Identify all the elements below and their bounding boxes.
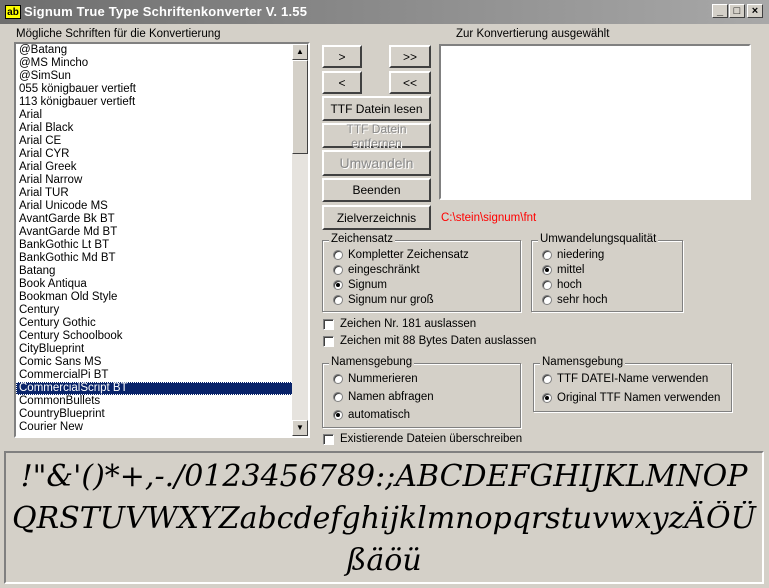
close-button[interactable]: × (747, 4, 763, 18)
font-list-item[interactable]: 113 königbauer vertieft (16, 96, 294, 109)
add-one-button[interactable]: > (322, 45, 362, 68)
naming-option-automatic[interactable]: automatisch (333, 409, 410, 421)
radio-icon (333, 250, 343, 260)
font-list-item[interactable]: Arial (16, 109, 294, 122)
read-ttf-button[interactable]: TTF Datein lesen (322, 96, 431, 121)
font-list-item[interactable]: Arial CE (16, 135, 294, 148)
font-list-item[interactable]: @SimSun (16, 70, 294, 83)
checkbox-icon (323, 318, 334, 330)
radio-icon (542, 295, 552, 305)
radio-selected-icon (333, 410, 343, 420)
add-all-button[interactable]: >> (389, 45, 431, 68)
selected-fonts-list[interactable] (439, 44, 751, 200)
font-list-item[interactable]: CountryBlueprint (16, 408, 294, 421)
scroll-down-icon[interactable]: ▼ (292, 420, 308, 436)
font-list-item[interactable]: Comic Sans MS (16, 356, 294, 369)
font-list-item[interactable]: Bookman Old Style (16, 291, 294, 304)
remove-all-button[interactable]: << (389, 71, 431, 94)
font-list-item[interactable]: Arial TUR (16, 187, 294, 200)
charset-option-signum[interactable]: Signum (333, 279, 387, 291)
font-list-item[interactable]: AvantGarde Md BT (16, 226, 294, 239)
remove-ttf-button[interactable]: TTF Datein entfernen (322, 122, 431, 150)
font-preview: !"&'()*+,-./0123456789:;ABCDEFGHIJKLMNOP… (4, 451, 764, 584)
font-list-item[interactable]: CommercialPi BT (16, 369, 294, 382)
available-fonts-label: Mögliche Schriften für die Konvertierung (16, 28, 221, 40)
font-list-item[interactable]: Century Gothic (16, 317, 294, 330)
preview-line-1: !"&'()*+,-./0123456789:;ABCDEFGHIJKLMNOP (20, 459, 748, 494)
window-title: Signum True Type Schriftenkonverter V. 1… (24, 4, 308, 19)
font-list-item[interactable]: CommercialScript BT (16, 382, 294, 395)
minimize-button[interactable]: _ (712, 4, 728, 18)
radio-icon (542, 280, 552, 290)
overwrite-files-checkbox[interactable]: Existierende Dateien überschreiben (323, 433, 522, 445)
font-list-item[interactable]: Century (16, 304, 294, 317)
selected-fonts-label: Zur Konvertierung ausgewählt (456, 28, 610, 40)
app-icon: ab (5, 5, 21, 19)
quality-option-high[interactable]: hoch (542, 279, 582, 291)
charset-legend: Zeichensatz (329, 233, 396, 245)
naming-option-original-ttf[interactable]: Original TTF Namen verwenden (542, 392, 720, 404)
radio-icon (333, 392, 343, 402)
font-list[interactable]: @Batang @MS Mincho @SimSun 055 königbauer v… (14, 42, 310, 438)
radio-selected-icon (542, 265, 552, 275)
font-list-item[interactable]: Arial CYR (16, 148, 294, 161)
naming-left-legend: Namensgebung (329, 356, 415, 368)
font-list-item[interactable]: Century Schoolbook (16, 330, 294, 343)
font-list-item[interactable]: Arial Unicode MS (16, 200, 294, 213)
naming-right-legend: Namensgebung (540, 356, 626, 368)
font-list-item[interactable]: Courier New (16, 421, 294, 434)
naming-option-ttf-filename[interactable]: TTF DATEI-Name verwenden (542, 373, 708, 385)
font-list-item[interactable]: @Batang (16, 44, 294, 57)
convert-button[interactable]: Umwandeln (322, 150, 431, 176)
target-directory-button[interactable]: Zielverzeichnis (322, 205, 431, 230)
charset-option-signum-upper[interactable]: Signum nur groß (333, 294, 434, 306)
preview-line-3: ßäöü (346, 543, 422, 578)
font-list-item[interactable]: CityBlueprint (16, 343, 294, 356)
radio-icon (333, 374, 343, 384)
font-list-item[interactable]: Book Antiqua (16, 278, 294, 291)
charset-option-complete[interactable]: Kompletter Zeichensatz (333, 249, 469, 261)
quality-option-very-high[interactable]: sehr hoch (542, 294, 608, 306)
font-list-item[interactable]: BankGothic Lt BT (16, 239, 294, 252)
preview-line-2: QRSTUVWXYZabcdefghijklmnopqrstuvwxyzÄÖÜ (12, 501, 756, 536)
font-list-item[interactable]: 055 königbauer vertieft (16, 83, 294, 96)
font-list-scrollbar[interactable]: ▲ ▼ (292, 44, 308, 436)
naming-option-number[interactable]: Nummerieren (333, 373, 418, 385)
title-bar[interactable]: ab Signum True Type Schriftenkonverter V… (0, 0, 769, 24)
radio-icon (542, 250, 552, 260)
quality-legend: Umwandelungsqualität (538, 233, 659, 245)
quality-option-medium[interactable]: mittel (542, 264, 584, 276)
radio-icon (542, 374, 552, 384)
font-list-item[interactable]: BankGothic Md BT (16, 252, 294, 265)
radio-icon (333, 265, 343, 275)
target-path: C:\stein\signum\fnt (441, 212, 537, 224)
font-list-item[interactable]: Arial Greek (16, 161, 294, 174)
radio-selected-icon (542, 393, 552, 403)
quit-button[interactable]: Beenden (322, 178, 431, 202)
radio-selected-icon (333, 280, 343, 290)
radio-icon (333, 295, 343, 305)
font-list-item[interactable]: Arial Black (16, 122, 294, 135)
naming-group-right: Namensgebung (533, 356, 732, 412)
checkbox-icon (323, 335, 334, 347)
font-list-item[interactable]: Batang (16, 265, 294, 278)
scroll-up-icon[interactable]: ▲ (292, 44, 308, 60)
scroll-thumb[interactable] (292, 60, 308, 154)
naming-option-ask[interactable]: Namen abfragen (333, 391, 434, 403)
skip-88-bytes-checkbox[interactable]: Zeichen mit 88 Bytes Daten auslassen (323, 335, 536, 347)
maximize-button[interactable]: □ (729, 4, 745, 18)
font-list-items: @Batang @MS Mincho @SimSun 055 königbauer v… (16, 44, 308, 434)
quality-option-low[interactable]: niedering (542, 249, 604, 261)
font-list-item[interactable]: Arial Narrow (16, 174, 294, 187)
skip-char-181-checkbox[interactable]: Zeichen Nr. 181 auslassen (323, 318, 476, 330)
checkbox-icon (323, 433, 334, 445)
charset-option-limited[interactable]: eingeschränkt (333, 264, 420, 276)
font-list-item[interactable]: AvantGarde Bk BT (16, 213, 294, 226)
font-list-item[interactable]: @MS Mincho (16, 57, 294, 70)
font-list-item[interactable]: CommonBullets (16, 395, 294, 408)
remove-one-button[interactable]: < (322, 71, 362, 94)
